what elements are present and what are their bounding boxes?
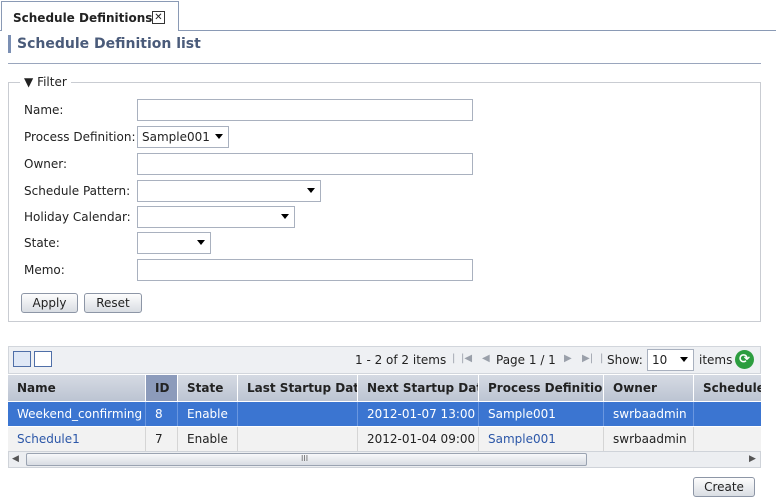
memo-label: Memo: [24, 263, 65, 277]
holiday-calendar-label: Holiday Calendar: [24, 210, 131, 224]
scroll-right-icon[interactable]: ▶ [749, 454, 756, 464]
close-icon[interactable]: ✕ [152, 11, 165, 24]
cell-schedule-pattern [694, 427, 761, 451]
cell-state: Enable [178, 427, 238, 451]
memo-input[interactable] [137, 259, 473, 281]
reset-button[interactable]: Reset [84, 293, 142, 313]
schedule-pattern-select[interactable] [137, 180, 321, 202]
triangle-down-icon: ▼ [24, 75, 34, 89]
pager-page: Page 1 / 1 [496, 353, 556, 367]
scroll-left-icon[interactable]: ◀ [12, 454, 19, 464]
page-size-value: 10 [652, 353, 668, 367]
cell-id: 8 [146, 402, 178, 426]
col-header-state[interactable]: State [178, 375, 238, 401]
cell-owner: swrbaadmin [604, 427, 694, 451]
chevron-down-icon [281, 214, 289, 219]
cell-id: 7 [146, 427, 178, 451]
col-header-process-definition[interactable]: Process Definition [479, 375, 604, 401]
list-view-icon[interactable] [13, 351, 31, 367]
filter-legend: Filter [37, 75, 67, 89]
col-header-last-startup[interactable]: Last Startup Date [238, 375, 358, 401]
separator: | [600, 353, 604, 364]
page-title: Schedule Definition list [17, 36, 201, 52]
col-header-name[interactable]: Name [8, 375, 146, 401]
process-definition-select[interactable]: Sample001 [137, 126, 229, 148]
col-header-owner[interactable]: Owner [604, 375, 694, 401]
col-header-id[interactable]: ID [146, 375, 178, 401]
name-label: Name: [24, 103, 64, 117]
cell-next-startup: 2012-01-07 13:00 [358, 402, 479, 426]
title-divider [8, 63, 761, 64]
show-label: Show: [607, 353, 643, 367]
prev-page-icon[interactable]: ◀ [482, 353, 490, 364]
table-row[interactable]: Weekend_confirming 8 Enable 2012-01-07 1… [8, 402, 761, 426]
pager-range: 1 - 2 of 2 items [355, 353, 447, 367]
name-input[interactable] [137, 99, 473, 121]
cell-name[interactable]: Weekend_confirming [8, 402, 146, 426]
table-row[interactable]: Schedule1 7 Enable 2012-01-04 09:00 Samp… [8, 427, 761, 452]
chevron-down-icon [215, 134, 223, 139]
last-page-icon[interactable]: ▶| [582, 353, 593, 364]
chevron-down-icon [307, 188, 315, 193]
title-accent-bar [8, 35, 11, 53]
cell-next-startup: 2012-01-04 09:00 [358, 427, 479, 451]
items-label: items [699, 353, 733, 367]
col-header-next-startup[interactable]: Next Startup Date [358, 375, 479, 401]
first-page-icon[interactable]: |◀ [461, 353, 472, 364]
cell-owner: swrbaadmin [604, 402, 694, 426]
owner-label: Owner: [24, 157, 68, 171]
cell-last-startup [238, 402, 358, 426]
chevron-down-icon [197, 240, 205, 245]
cell-schedule-pattern [694, 402, 761, 426]
state-select[interactable] [137, 232, 211, 254]
next-page-icon[interactable]: ▶ [564, 353, 572, 364]
separator: | [452, 353, 456, 364]
cell-name[interactable]: Schedule1 [8, 427, 146, 451]
holiday-calendar-select[interactable] [137, 206, 295, 228]
process-definition-label: Process Definition: [24, 130, 136, 144]
cell-process-definition[interactable]: Sample001 [479, 402, 604, 426]
schedule-pattern-label: Schedule Pattern: [24, 184, 131, 198]
process-definition-value: Sample001 [142, 130, 210, 144]
cell-process-definition[interactable]: Sample001 [479, 427, 604, 451]
owner-input[interactable] [137, 153, 473, 175]
scrollbar-thumb[interactable]: III [26, 453, 587, 466]
apply-button[interactable]: Apply [21, 293, 78, 313]
grip-icon: III [301, 454, 309, 463]
refresh-icon[interactable]: ⟳ [735, 350, 754, 369]
chevron-down-icon [680, 357, 688, 362]
col-header-schedule-pattern[interactable]: Schedule Pattern [694, 375, 761, 401]
filter-toggle[interactable]: ▼ Filter [20, 75, 71, 89]
tab-schedule-definitions[interactable]: Schedule Definitions ✕ [1, 1, 179, 31]
cell-state: Enable [178, 402, 238, 426]
state-label: State: [24, 236, 60, 250]
page-size-select[interactable]: 10 [647, 349, 694, 371]
cell-last-startup [238, 427, 358, 451]
create-button[interactable]: Create [693, 477, 755, 497]
detail-view-icon[interactable] [34, 351, 52, 367]
tab-label: Schedule Definitions [13, 11, 153, 25]
